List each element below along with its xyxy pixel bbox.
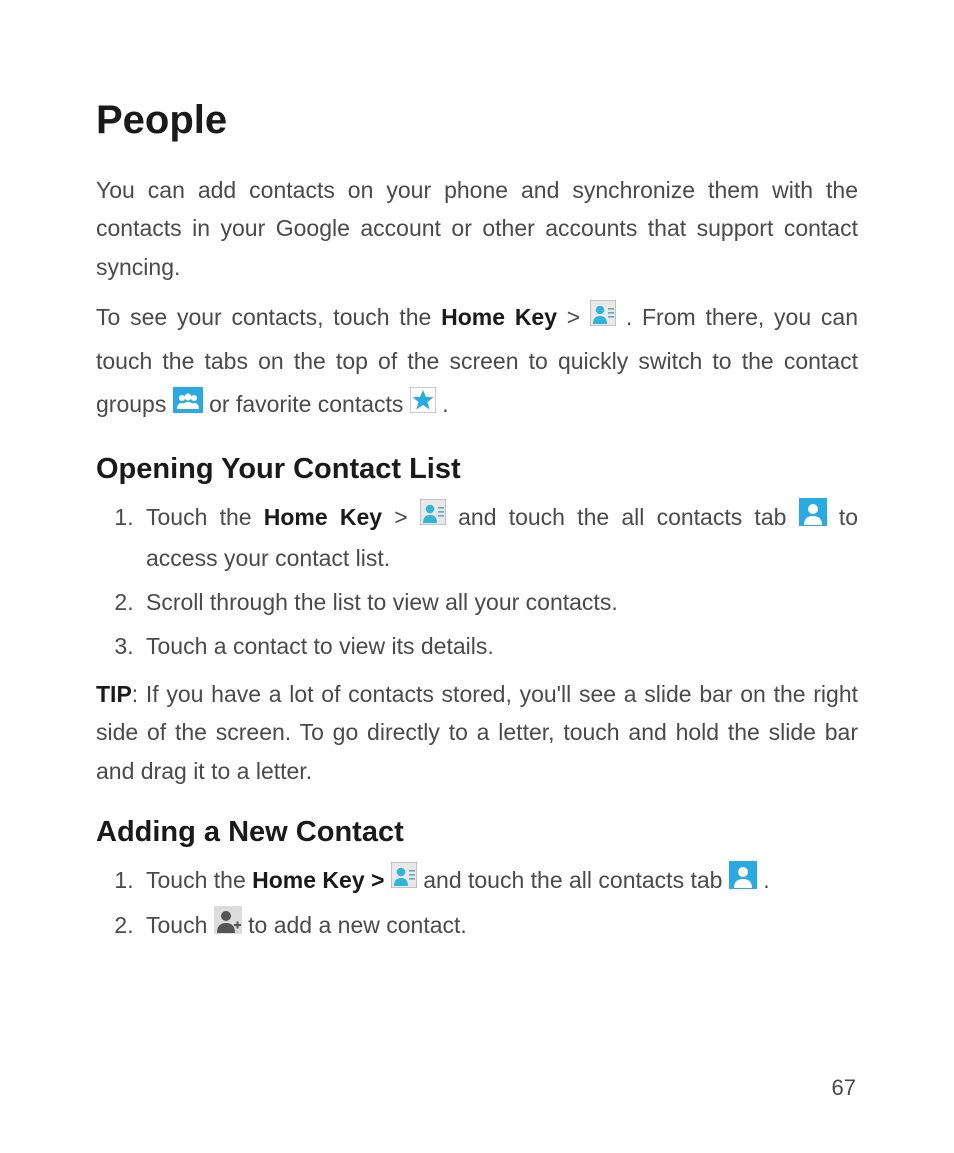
adding-steps-list: Touch the Home Key > and touch the all c… (96, 861, 858, 948)
section-heading-adding: Adding a New Contact (96, 816, 858, 849)
text: and touch the all contacts tab (417, 867, 729, 893)
page-number: 67 (832, 1075, 856, 1101)
star-icon (410, 384, 436, 427)
text: Touch (146, 912, 214, 938)
list-item: Touch a contact to view its details. (140, 627, 858, 667)
contact-tab-icon (729, 861, 757, 902)
people-app-icon (420, 498, 446, 538)
text: To see your contacts, touch the (96, 304, 441, 330)
home-key-label: Home Key (441, 304, 557, 330)
intro-paragraph-1: You can add contacts on your phone and s… (96, 171, 858, 286)
text: or favorite contacts (203, 391, 410, 417)
add-contact-icon (214, 906, 242, 947)
people-app-icon (391, 861, 417, 901)
intro-paragraph-2: To see your contacts, touch the Home Key… (96, 296, 858, 427)
tip-label: TIP (96, 681, 132, 707)
home-key-label: Home Key > (252, 867, 384, 893)
opening-steps-list: Touch the Home Key > and touch the all c… (96, 498, 858, 667)
page-title: People (96, 98, 858, 143)
section-heading-opening: Opening Your Contact List (96, 453, 858, 486)
text: : If you have a lot of contacts stored, … (96, 681, 858, 784)
list-item: Touch the Home Key > and touch the all c… (140, 498, 858, 579)
text: . (436, 391, 449, 417)
people-app-icon (590, 297, 616, 340)
text: Touch the (146, 867, 252, 893)
list-item: Touch the Home Key > and touch the all c… (140, 861, 858, 902)
home-key-label: Home Key (264, 504, 382, 530)
text: to add a new contact. (242, 912, 467, 938)
text: and touch the all contacts tab (446, 504, 799, 530)
list-item: Scroll through the list to view all your… (140, 583, 858, 623)
text: . (757, 867, 770, 893)
groups-icon (173, 384, 203, 427)
list-item: Touch to add a new contact. (140, 906, 858, 947)
text: > (557, 304, 590, 330)
tip-paragraph: TIP: If you have a lot of contacts store… (96, 675, 858, 790)
text: Touch the (146, 504, 264, 530)
text: > (382, 504, 420, 530)
contact-tab-icon (799, 498, 827, 539)
